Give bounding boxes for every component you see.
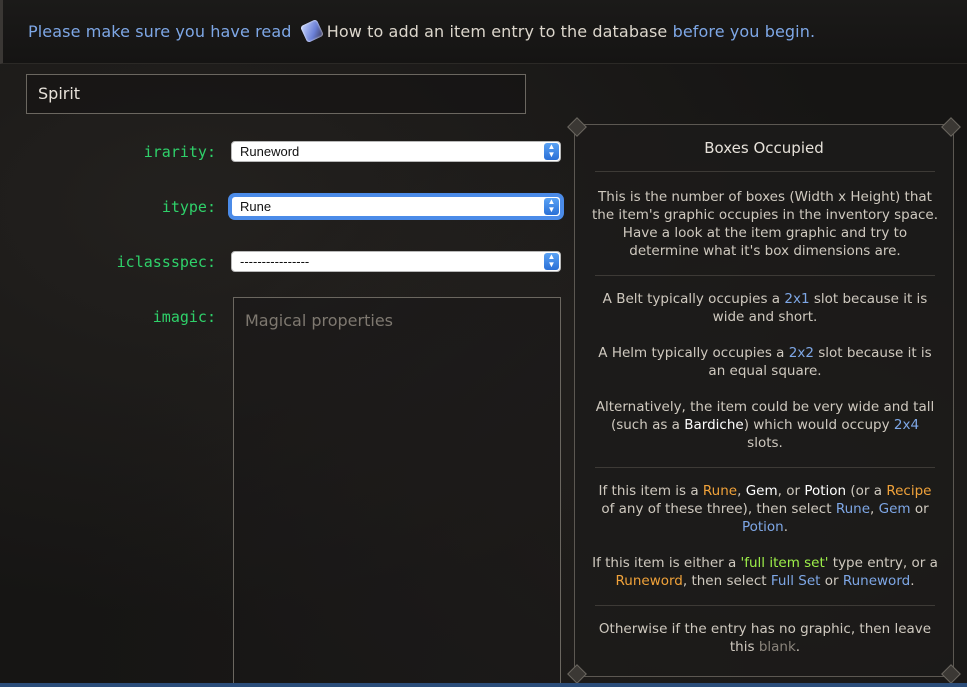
- iclassspec-select[interactable]: ---------------- ▲ ▼: [231, 251, 561, 272]
- imagic-label: imagic:: [152, 308, 216, 326]
- boxes-occupied-panel: Boxes Occupied This is the number of box…: [567, 117, 961, 684]
- alt-text: Alternatively, the item could be very wi…: [595, 399, 935, 451]
- iclassspec-label: iclassspec:: [116, 253, 216, 271]
- divider: [595, 171, 935, 172]
- set-text: If this item is either a 'full item set'…: [592, 555, 938, 589]
- divider: [595, 275, 935, 276]
- irarity-value: Runeword: [240, 144, 300, 159]
- itype-select[interactable]: Rune ▲ ▼: [231, 196, 561, 217]
- intro-text: This is the number of boxes (Width x Hei…: [591, 189, 939, 259]
- itype-label: itype:: [161, 198, 216, 216]
- itype-value: Rune: [240, 199, 272, 214]
- irarity-select[interactable]: Runeword ▲ ▼: [231, 141, 561, 162]
- item-name-input[interactable]: Spirit: [26, 74, 526, 114]
- bottom-strip: [0, 683, 967, 687]
- belt-text: A Belt typically occupies a 2x1 slot bec…: [602, 291, 928, 325]
- rune-text: If this item is a Rune, Gem, or Potion (…: [598, 483, 932, 535]
- helm-text: A Helm typically occupies a 2x2 slot bec…: [598, 345, 932, 379]
- runeword-option-link: Runeword: [842, 573, 911, 589]
- potion-option-link: Potion: [741, 519, 784, 535]
- guide-link[interactable]: How to add an item entry to the database: [327, 22, 668, 41]
- blank-text: Otherwise if the entry has no graphic, t…: [598, 621, 932, 655]
- divider: [595, 467, 935, 468]
- imagic-placeholder: Magical properties: [245, 311, 393, 330]
- select-arrows-icon: ▲ ▼: [544, 198, 559, 215]
- gem-option-link: Gem: [878, 501, 911, 517]
- select-arrows-icon: ▲ ▼: [544, 253, 559, 270]
- notice-text: Please make sure you have read How to ad…: [28, 19, 816, 43]
- panel-title: Boxes Occupied: [704, 139, 824, 157]
- iclassspec-value: ----------------: [240, 254, 310, 269]
- before-begin-text: before you begin.: [672, 22, 816, 41]
- full-set-option-link: Full Set: [770, 573, 821, 589]
- irarity-label: irarity:: [143, 143, 216, 161]
- rune-option-link: Rune: [835, 501, 871, 517]
- scroll-icon: [299, 19, 324, 43]
- divider: [595, 605, 935, 606]
- read-notice: Please make sure you have read: [28, 22, 292, 41]
- select-arrows-icon: ▲ ▼: [544, 143, 559, 160]
- notice-bar: Please make sure you have read How to ad…: [0, 0, 967, 64]
- imagic-textarea[interactable]: Magical properties: [233, 297, 561, 687]
